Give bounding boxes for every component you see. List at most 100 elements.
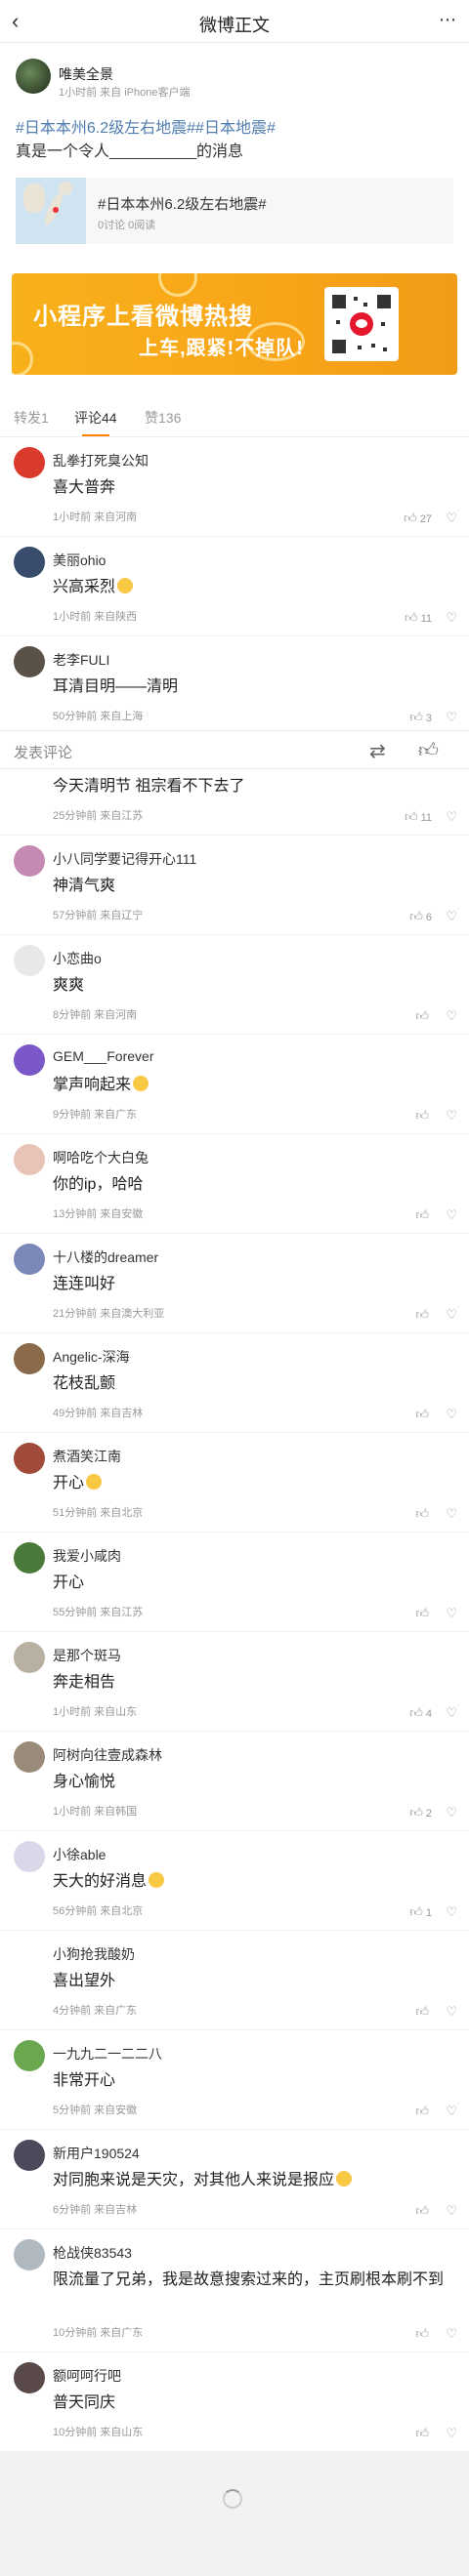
comment-item[interactable]: 是那个斑马 奔走相告 1小时前 来自山东 👍︎ 4 ♡ <box>0 1632 469 1732</box>
reply-bubble-icon[interactable]: ♡ <box>446 1705 457 1721</box>
commenter-name[interactable]: 美丽ohio <box>53 551 106 570</box>
comment-like-button[interactable]: 👍︎ <box>415 1606 432 1621</box>
commenter-avatar[interactable] <box>14 1343 45 1374</box>
reply-bubble-icon[interactable]: ♡ <box>446 1307 457 1323</box>
comment-item[interactable]: 小恋曲o 爽爽 8分钟前 来自河南 👍︎ ♡ <box>0 935 469 1035</box>
commenter-name[interactable]: 我爱小咸肉 <box>53 1546 121 1566</box>
comment-like-button[interactable]: 👍︎ 11 <box>405 610 432 626</box>
reply-bubble-icon[interactable]: ♡ <box>446 2104 457 2119</box>
commenter-name[interactable]: Angelic-深海 <box>53 1347 130 1367</box>
comment-like-button[interactable]: 👍︎ <box>415 1207 432 1223</box>
reply-bubble-icon[interactable]: ♡ <box>446 1904 457 1920</box>
commenter-avatar[interactable] <box>14 1841 45 1872</box>
tab-comments[interactable]: 评论44 <box>74 408 117 428</box>
author-name[interactable]: 唯美全景 <box>59 64 113 84</box>
reply-bubble-icon[interactable]: ♡ <box>446 610 457 626</box>
commenter-avatar[interactable] <box>14 447 45 478</box>
commenter-avatar[interactable] <box>14 1941 45 1972</box>
comment-like-button[interactable]: 👍︎ 2 <box>409 1805 432 1820</box>
commenter-name[interactable]: 枪战侠83543 <box>53 2243 132 2263</box>
reply-bubble-icon[interactable]: ♡ <box>446 2004 457 2020</box>
comment-like-button[interactable]: 👍︎ 11 <box>405 809 432 825</box>
comment-item[interactable]: 乱拳打死臭公知 喜大普奔 1小时前 来自河南 👍︎ 27 ♡ <box>0 437 469 537</box>
commenter-avatar[interactable] <box>14 646 45 677</box>
commenter-avatar[interactable] <box>14 2040 45 2071</box>
commenter-avatar[interactable] <box>14 2140 45 2171</box>
comment-item[interactable]: GEM___Forever 掌声响起来 9分钟前 来自广东 👍︎ ♡ <box>0 1035 469 1134</box>
comment-item[interactable]: 一九九二一二二八 非常开心 5分钟前 来自安徽 👍︎ ♡ <box>0 2030 469 2130</box>
commenter-name[interactable]: 是那个斑马 <box>53 1646 121 1665</box>
reply-bubble-icon[interactable]: ♡ <box>446 2426 457 2441</box>
commenter-avatar[interactable] <box>14 1443 45 1474</box>
commenter-name[interactable]: 小恋曲o <box>53 949 102 968</box>
comment-like-button[interactable]: 👍︎ 1 <box>409 1904 432 1920</box>
comment-item[interactable]: 枪战侠83543 限流量了兄弟，我是故意搜索过来的，主页刷根本刷不到 10分钟前 来… <box>0 2229 469 2352</box>
commenter-avatar[interactable] <box>14 1244 45 1275</box>
repost-icon[interactable]: ⇄ <box>369 739 386 763</box>
reply-bubble-icon[interactable]: ♡ <box>446 1008 457 1024</box>
comment-like-button[interactable]: 👍︎ <box>415 2104 432 2119</box>
comment-like-button[interactable]: 👍︎ <box>415 1506 432 1522</box>
comment-item[interactable]: 小徐able 天大的好消息 56分钟前 来自北京 👍︎ 1 ♡ <box>0 1831 469 1931</box>
author-avatar[interactable] <box>16 59 51 94</box>
commenter-name[interactable]: 小徐able <box>53 1845 106 1864</box>
reply-bubble-icon[interactable]: ♡ <box>446 511 457 526</box>
reply-bubble-icon[interactable]: ♡ <box>446 809 457 825</box>
comment-item[interactable]: 美丽ohio 兴高采烈 1小时前 来自陕西 👍︎ 11 ♡ <box>0 537 469 636</box>
comment-item[interactable]: 阿树向往壹成森林 身心愉悦 1小时前 来自韩国 👍︎ 2 ♡ <box>0 1732 469 1831</box>
commenter-avatar[interactable] <box>14 1044 45 1076</box>
comment-item[interactable]: 小狗抢我酸奶 喜出望外 4分钟前 来自广东 👍︎ ♡ <box>0 1931 469 2030</box>
comment-like-button[interactable]: 👍︎ <box>415 2004 432 2020</box>
comment-item[interactable]: 十八楼的dreamer 连连叫好 21分钟前 来自澳大利亚 👍︎ ♡ <box>0 1234 469 1333</box>
commenter-avatar[interactable] <box>14 1741 45 1773</box>
topic-link[interactable]: #日本地震# <box>195 120 276 137</box>
comment-like-button[interactable]: 👍︎ 3 <box>409 710 432 725</box>
commenter-name[interactable]: 额呵呵行吧 <box>53 2366 121 2386</box>
commenter-name[interactable]: 一九九二一二二八 <box>53 2044 162 2064</box>
commenter-avatar[interactable] <box>14 845 45 877</box>
commenter-avatar[interactable] <box>14 2362 45 2393</box>
comment-input[interactable]: 发表评论 <box>14 742 72 762</box>
tab-repost[interactable]: 转发1 <box>14 408 49 428</box>
commenter-name[interactable]: 十八楼的dreamer <box>53 1247 158 1267</box>
commenter-name[interactable]: 啊哈吃个大白兔 <box>53 1148 149 1167</box>
reply-bubble-icon[interactable]: ♡ <box>446 710 457 725</box>
comment-item[interactable]: Angelic-深海 花枝乱颤 49分钟前 来自吉林 👍︎ ♡ <box>0 1333 469 1433</box>
commenter-avatar[interactable] <box>14 1144 45 1175</box>
commenter-name[interactable]: 新用户190524 <box>53 2144 140 2163</box>
commenter-name[interactable]: GEM___Forever <box>53 1048 153 1064</box>
comment-item[interactable]: 老李FULI 耳清目明——清明 50分钟前 来自上海 👍︎ 3 ♡ <box>0 636 469 736</box>
commenter-avatar[interactable] <box>14 945 45 976</box>
commenter-avatar[interactable] <box>14 547 45 578</box>
commenter-name[interactable]: 小八同学要记得开心111 <box>53 849 196 869</box>
commenter-name[interactable]: 老李FULI <box>53 650 109 670</box>
comment-item[interactable]: 啊哈吃个大白兔 你的ip，哈哈 13分钟前 来自安徽 👍︎ ♡ <box>0 1134 469 1234</box>
comment-like-button[interactable]: 👍︎ <box>415 1108 432 1124</box>
reply-bubble-icon[interactable]: ♡ <box>446 1506 457 1522</box>
reply-bubble-icon[interactable]: ♡ <box>446 1207 457 1223</box>
comment-item[interactable]: 煮酒笑江南 开心 51分钟前 来自北京 👍︎ ♡ <box>0 1433 469 1533</box>
reply-bubble-icon[interactable]: ♡ <box>446 1108 457 1124</box>
tab-likes[interactable]: 赞136 <box>145 408 181 428</box>
comment-item[interactable]: 额呵呵行吧 普天同庆 10分钟前 来自山东 👍︎ ♡ <box>0 2352 469 2452</box>
comment-like-button[interactable]: 👍︎ 27 <box>404 511 432 526</box>
comment-like-button[interactable]: 👍︎ <box>415 2326 432 2342</box>
commenter-name[interactable]: 煮酒笑江南 <box>53 1447 121 1466</box>
comment-item[interactable]: 新用户190524 对同胞来说是天灾，对其他人来说是报应 6分钟前 来自吉林 👍︎ ♡ <box>0 2130 469 2229</box>
reply-bubble-icon[interactable]: ♡ <box>446 1606 457 1621</box>
commenter-name[interactable]: 阿树向往壹成森林 <box>53 1745 162 1765</box>
commenter-avatar[interactable] <box>14 1542 45 1574</box>
comment-like-button[interactable]: 👍︎ <box>415 1307 432 1323</box>
comment-item[interactable]: 小八同学要记得开心111 神清气爽 57分钟前 来自辽宁 👍︎ 6 ♡ <box>0 836 469 935</box>
comment-like-button[interactable]: 👍︎ 6 <box>409 909 432 924</box>
reply-bubble-icon[interactable]: ♡ <box>446 909 457 924</box>
mini-program-banner[interactable]: 小程序上看微博热搜 上车,跟紧!不掉队! <box>12 273 457 375</box>
comment-like-button[interactable]: 👍︎ 4 <box>409 1705 432 1721</box>
topic-card[interactable]: #日本本州6.2级左右地震# 0讨论 0阅读 <box>16 178 453 244</box>
like-icon[interactable]: 👍︎ <box>418 739 439 762</box>
topic-link[interactable]: #日本本州6.2级左右地震# <box>16 120 195 137</box>
comment-item[interactable]: 我爱小咸肉 开心 55分钟前 来自江苏 👍︎ ♡ <box>0 1533 469 1632</box>
reply-bubble-icon[interactable]: ♡ <box>446 2203 457 2219</box>
more-dots-icon[interactable]: ⋯ <box>439 10 457 30</box>
commenter-name[interactable]: 乱拳打死臭公知 <box>53 451 149 470</box>
